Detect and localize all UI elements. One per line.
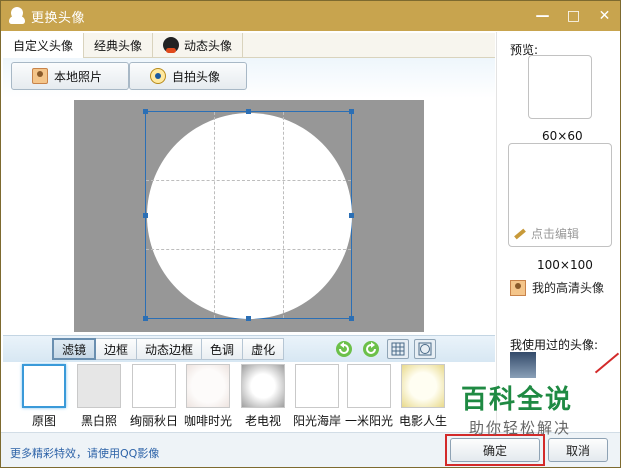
filter-item-sunny-coast[interactable]: 阳光海岸 xyxy=(293,364,342,429)
filter-label: 黑白照 xyxy=(80,414,117,428)
preview-60 xyxy=(528,55,592,119)
grid-line xyxy=(146,180,351,181)
rotate-right-icon[interactable] xyxy=(360,339,382,359)
filter-label: 绚丽秋日 xyxy=(130,414,179,428)
maximize-button[interactable]: □ xyxy=(558,1,589,31)
filter-item-old-tv[interactable]: 老电视 xyxy=(240,364,286,429)
hd-avatar-link[interactable]: 我的高清头像 xyxy=(510,279,604,296)
crop-handle[interactable] xyxy=(143,213,148,218)
local-photo-button[interactable]: 本地照片 xyxy=(11,62,129,90)
penguin-icon xyxy=(163,37,180,53)
tab-border[interactable]: 边框 xyxy=(96,338,138,360)
qq-penguin-icon xyxy=(9,7,25,25)
selfie-label: 自拍头像 xyxy=(172,69,221,84)
watermark-sub: 助你轻松解决 xyxy=(469,419,572,437)
crop-handle[interactable] xyxy=(349,109,354,114)
tab-tone[interactable]: 色调 xyxy=(202,338,244,360)
tab-filter[interactable]: 滤镜 xyxy=(52,338,97,360)
tab-classic-avatar[interactable]: 经典头像 xyxy=(84,33,154,57)
filter-item-sunshine[interactable]: 一米阳光 xyxy=(345,364,394,429)
used-avatar-thumbnail[interactable] xyxy=(510,352,536,378)
avatar-editor-canvas[interactable] xyxy=(74,100,424,332)
annotation-line xyxy=(594,352,620,374)
click-to-edit[interactable]: 点击编辑 xyxy=(514,225,579,242)
preview-60-size: 60×60 xyxy=(542,129,583,143)
filter-item-coffee[interactable]: 咖啡时光 xyxy=(184,364,233,429)
portrait-icon xyxy=(32,68,48,84)
circle-crop-icon[interactable] xyxy=(414,339,436,359)
minimize-button[interactable]: — xyxy=(527,1,558,31)
crop-handle[interactable] xyxy=(246,109,251,114)
crop-frame[interactable] xyxy=(143,109,354,321)
crop-handle[interactable] xyxy=(143,109,148,114)
filter-label: 原图 xyxy=(31,414,56,428)
tab-blur[interactable]: 虚化 xyxy=(243,338,285,360)
pencil-icon xyxy=(514,228,526,239)
crop-handle[interactable] xyxy=(349,213,354,218)
grid-line xyxy=(283,112,284,318)
selfie-button[interactable]: 自拍头像 xyxy=(129,62,247,90)
filter-label: 老电视 xyxy=(244,414,281,428)
filter-label: 电影人生 xyxy=(399,414,448,428)
watermark: 百科全说 助你轻松解决 xyxy=(441,377,591,439)
preview-100-size: 100×100 xyxy=(537,258,593,272)
filter-thumbnail xyxy=(77,364,121,408)
cancel-button[interactable]: 取消 xyxy=(548,438,608,462)
ok-button[interactable]: 确定 xyxy=(450,438,540,462)
filter-thumbnail xyxy=(241,364,285,408)
rotate-left-icon[interactable] xyxy=(333,339,355,359)
crop-handle[interactable] xyxy=(349,316,354,321)
crop-handle[interactable] xyxy=(143,316,148,321)
webcam-icon xyxy=(150,68,166,84)
grid-line xyxy=(146,249,351,250)
filter-item-movie-life[interactable]: 电影人生 xyxy=(399,364,448,429)
filter-thumbnail xyxy=(347,364,391,408)
filter-list: 原图 黑白照 绚丽秋日 咖啡时光 老电视 阳光海岸 一米阳光 电影人生 xyxy=(3,362,495,430)
filter-item-autumn[interactable]: 绚丽秋日 xyxy=(130,364,179,429)
tab-animated-border[interactable]: 动态边框 xyxy=(137,338,203,360)
filter-item-bw[interactable]: 黑白照 xyxy=(76,364,122,429)
effect-tab-bar: 滤镜 边框 动态边框 色调 虚化 xyxy=(3,335,495,362)
tab-animated-avatar[interactable]: 动态头像 xyxy=(153,33,244,57)
used-avatars-label: 我使用过的头像: xyxy=(510,338,599,352)
filter-thumbnail xyxy=(295,364,339,408)
filter-thumbnail xyxy=(132,364,176,408)
filter-thumbnail xyxy=(186,364,230,408)
portrait-icon xyxy=(510,279,526,296)
filter-label: 阳光海岸 xyxy=(293,414,342,428)
title-bar: 更换头像 — □ ✕ xyxy=(1,1,620,31)
tab-animated-avatar-label: 动态头像 xyxy=(184,38,233,53)
preview-panel: 预览: 60×60 点击编辑 100×100 我的高清头像 我使用过的头像: xyxy=(496,32,620,432)
qq-image-hint-link[interactable]: 更多精彩特效，请使用QQ影像 xyxy=(10,445,159,461)
grid-line xyxy=(214,112,215,318)
tab-custom-avatar[interactable]: 自定义头像 xyxy=(3,33,85,58)
crop-handle[interactable] xyxy=(246,316,251,321)
filter-label: 一米阳光 xyxy=(345,414,394,428)
filter-item-original[interactable]: 原图 xyxy=(21,364,67,429)
close-button[interactable]: ✕ xyxy=(589,1,620,31)
local-photo-label: 本地照片 xyxy=(54,69,103,84)
avatar-toolbar: 本地照片 自拍头像 xyxy=(3,58,495,98)
change-avatar-window: 更换头像 — □ ✕ 自定义头像 经典头像 动态头像 本地照片 自拍头像 滤镜 … xyxy=(0,0,621,468)
hd-avatar-label: 我的高清头像 xyxy=(532,281,605,295)
click-to-edit-label: 点击编辑 xyxy=(531,227,580,241)
avatar-preview-circle xyxy=(147,113,352,319)
avatar-tabs: 自定义头像 经典头像 动态头像 xyxy=(3,33,495,58)
grid-toggle-icon[interactable] xyxy=(387,339,409,359)
watermark-main: 百科全说 xyxy=(461,385,574,415)
filter-label: 咖啡时光 xyxy=(184,414,233,428)
window-title: 更换头像 xyxy=(31,10,86,26)
filter-thumbnail xyxy=(22,364,66,408)
filter-thumbnail xyxy=(401,364,445,408)
preview-100[interactable]: 点击编辑 xyxy=(508,143,612,247)
